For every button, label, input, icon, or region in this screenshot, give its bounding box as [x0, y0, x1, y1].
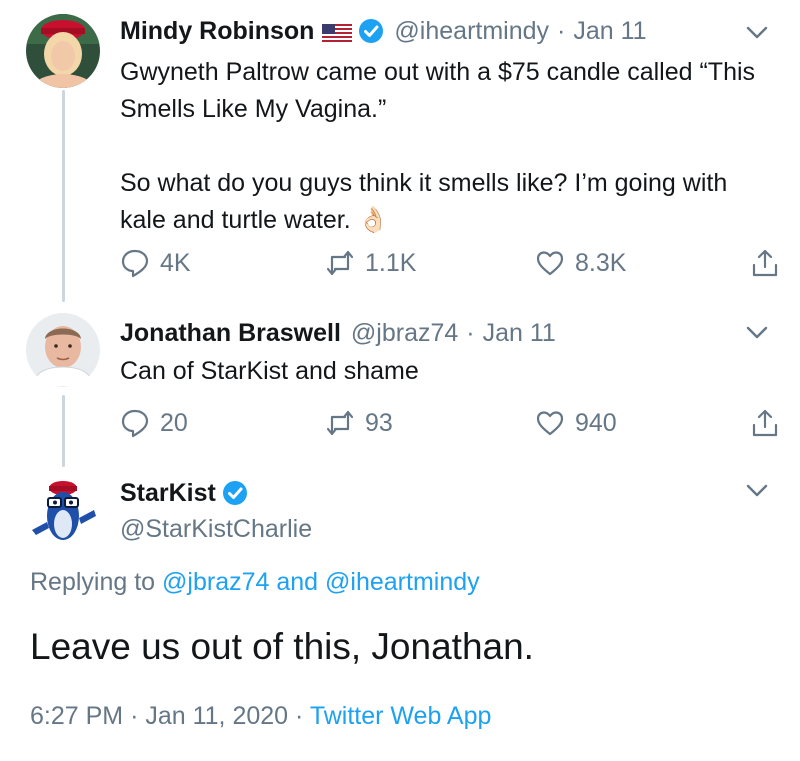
action-bar: 20 93 940: [120, 408, 780, 442]
tweet-header: Mindy Robinson @iheartmindy · Jan 11: [120, 16, 647, 46]
chevron-down-icon[interactable]: [746, 326, 768, 340]
share-icon: [752, 409, 778, 437]
reply-icon: [121, 249, 149, 278]
separator-dot: ·: [466, 319, 475, 347]
thread-line: [62, 90, 65, 302]
action-bar: 4K 1.1K 8.3K: [120, 248, 780, 282]
replying-to: Replying to @jbraz74 and @iheartmindy: [30, 568, 480, 597]
avatar[interactable]: [26, 474, 100, 548]
separator-dot: ·: [557, 17, 566, 45]
like-button[interactable]: 940: [535, 408, 617, 438]
reply-count: 4K: [160, 248, 191, 277]
replying-to-label: Replying to: [30, 568, 156, 596]
chevron-down-icon[interactable]: [746, 484, 768, 498]
reply-and-text[interactable]: and: [276, 568, 318, 596]
handle[interactable]: @StarKistCharlie: [120, 514, 312, 544]
tweet-timestamp: 6:27 PM · Jan 11, 2020 · Twitter Web App: [30, 702, 491, 731]
share-icon: [752, 249, 778, 277]
display-name[interactable]: StarKist: [120, 478, 216, 508]
tweet-text: Gwyneth Paltrow came out with a $75 cand…: [120, 58, 756, 234]
separator-dot: ·: [130, 702, 146, 730]
display-name[interactable]: Jonathan Braswell: [120, 318, 341, 348]
reply-mention-link[interactable]: @jbraz74: [162, 568, 269, 596]
tweet-time[interactable]: 6:27 PM: [30, 702, 123, 730]
reply-button[interactable]: 20: [120, 408, 188, 438]
tweet-header: StarKist: [120, 478, 248, 508]
chevron-down-icon[interactable]: [746, 26, 768, 40]
handle-row: @StarKistCharlie: [120, 514, 312, 544]
like-count: 940: [575, 408, 617, 437]
retweet-icon: [326, 410, 354, 436]
share-button[interactable]: [750, 248, 780, 278]
display-name[interactable]: Mindy Robinson: [120, 16, 314, 46]
retweet-icon: [326, 250, 354, 276]
us-flag-icon: [322, 21, 353, 44]
retweet-count: 93: [365, 408, 393, 437]
tweet-header: Jonathan Braswell @jbraz74 · Jan 11: [120, 318, 556, 348]
reply-icon: [121, 409, 149, 438]
tweet-date[interactable]: Jan 11: [483, 318, 556, 348]
like-button[interactable]: 8.3K: [535, 248, 626, 278]
reply-button[interactable]: 4K: [120, 248, 191, 278]
like-icon: [536, 411, 564, 436]
retweet-count: 1.1K: [365, 248, 417, 277]
handle[interactable]: @iheartmindy: [394, 16, 549, 46]
thread-line: [62, 395, 65, 467]
reply-count: 20: [160, 408, 188, 437]
retweet-button[interactable]: 1.1K: [325, 248, 416, 278]
reply-mention-link[interactable]: @iheartmindy: [325, 568, 480, 596]
tweet-full-date[interactable]: Jan 11, 2020: [145, 702, 288, 730]
like-icon: [536, 251, 564, 276]
separator-dot: ·: [295, 702, 310, 730]
avatar[interactable]: [26, 313, 100, 387]
share-button[interactable]: [750, 408, 780, 438]
like-count: 8.3K: [575, 248, 627, 277]
avatar[interactable]: [26, 14, 100, 88]
tweet-text: Can of StarKist and shame: [120, 357, 419, 385]
handle[interactable]: @jbraz74: [351, 318, 458, 348]
main-tweet-text: Leave us out of this, Jonathan.: [30, 626, 534, 667]
verified-badge-icon: [358, 18, 384, 44]
tweet-source-link[interactable]: Twitter Web App: [310, 702, 492, 730]
retweet-button[interactable]: 93: [325, 408, 393, 438]
tweet-date[interactable]: Jan 11: [573, 16, 646, 46]
verified-badge-icon: [222, 480, 248, 506]
